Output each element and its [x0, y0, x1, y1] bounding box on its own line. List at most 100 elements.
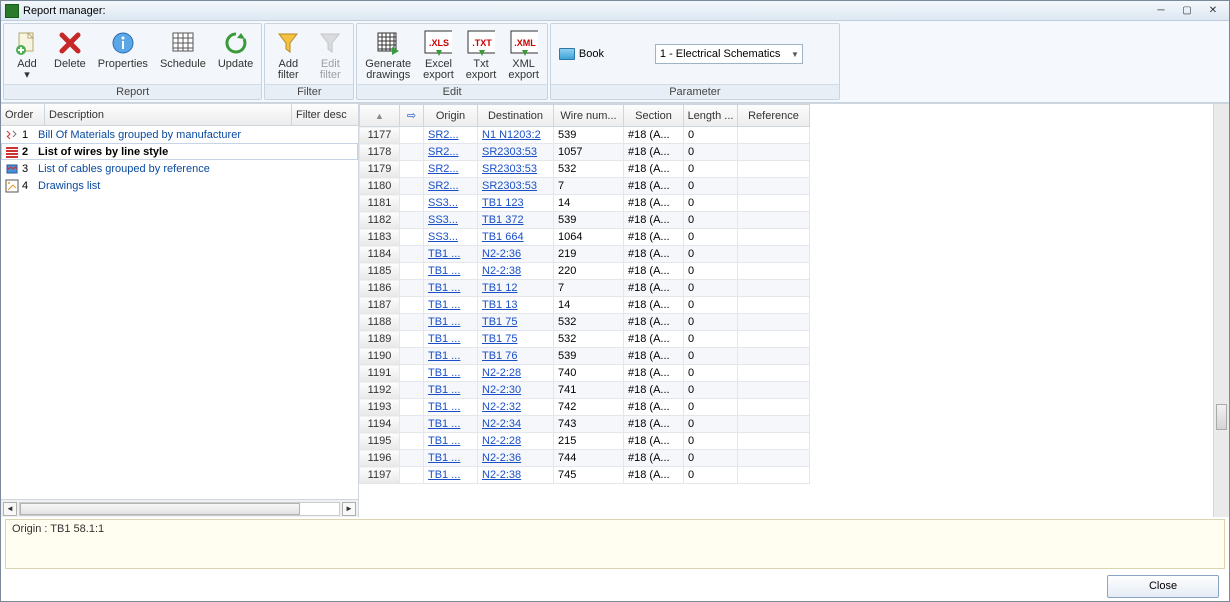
grid-vscrollbar[interactable]: [1213, 104, 1229, 517]
update-button[interactable]: Update: [212, 26, 259, 82]
cell-origin[interactable]: TB1 ...: [424, 365, 478, 382]
table-row[interactable]: 1185TB1 ...N2-2:38220#18 (A...0: [360, 263, 810, 280]
table-row[interactable]: 1189TB1 ...TB1 75532#18 (A...0: [360, 331, 810, 348]
table-row[interactable]: 1183SS3...TB1 6641064#18 (A...0: [360, 229, 810, 246]
scroll-right-icon[interactable]: ►: [342, 502, 356, 516]
edit-filter-button[interactable]: Edit filter: [309, 26, 351, 82]
txt-export-button[interactable]: .TXT Txt export: [460, 26, 503, 82]
table-row[interactable]: 1181SS3...TB1 12314#18 (A...0: [360, 195, 810, 212]
excel-export-button[interactable]: .XLS Excel export: [417, 26, 460, 82]
row-number[interactable]: 1195: [360, 433, 400, 450]
col-reference[interactable]: Reference: [738, 105, 810, 127]
cell-origin[interactable]: TB1 ...: [424, 348, 478, 365]
cell-origin[interactable]: TB1 ...: [424, 331, 478, 348]
report-list-item[interactable]: 2List of wires by line style: [1, 143, 358, 160]
cell-destination[interactable]: TB1 12: [478, 280, 554, 297]
row-number[interactable]: 1185: [360, 263, 400, 280]
cell-origin[interactable]: SR2...: [424, 144, 478, 161]
report-list-item[interactable]: 3List of cables grouped by reference: [1, 160, 358, 177]
cell-destination[interactable]: N2-2:36: [478, 450, 554, 467]
table-row[interactable]: 1179SR2...SR2303:53532#18 (A...0: [360, 161, 810, 178]
row-number[interactable]: 1177: [360, 127, 400, 144]
col-description[interactable]: Description: [45, 104, 292, 125]
cell-origin[interactable]: TB1 ...: [424, 433, 478, 450]
cell-origin[interactable]: TB1 ...: [424, 280, 478, 297]
row-header-blank[interactable]: ▲: [360, 105, 400, 127]
table-row[interactable]: 1195TB1 ...N2-2:28215#18 (A...0: [360, 433, 810, 450]
col-section[interactable]: Section: [624, 105, 684, 127]
cell-origin[interactable]: TB1 ...: [424, 263, 478, 280]
report-list-item[interactable]: 4Drawings list: [1, 177, 358, 194]
col-destination[interactable]: Destination: [478, 105, 554, 127]
maximize-button[interactable]: ▢: [1175, 4, 1199, 18]
cell-origin[interactable]: TB1 ...: [424, 382, 478, 399]
cell-origin[interactable]: SR2...: [424, 178, 478, 195]
row-number[interactable]: 1183: [360, 229, 400, 246]
cell-origin[interactable]: TB1 ...: [424, 297, 478, 314]
cell-origin[interactable]: SR2...: [424, 127, 478, 144]
col-filter[interactable]: Filter desc: [292, 104, 358, 125]
scroll-left-icon[interactable]: ◄: [3, 502, 17, 516]
minimize-button[interactable]: ─: [1149, 4, 1173, 18]
cell-origin[interactable]: TB1 ...: [424, 399, 478, 416]
cell-origin[interactable]: SR2...: [424, 161, 478, 178]
row-number[interactable]: 1196: [360, 450, 400, 467]
cell-destination[interactable]: N2-2:38: [478, 467, 554, 484]
cell-destination[interactable]: TB1 13: [478, 297, 554, 314]
row-number[interactable]: 1180: [360, 178, 400, 195]
generate-drawings-button[interactable]: Generate drawings: [359, 26, 417, 82]
table-row[interactable]: 1182SS3...TB1 372539#18 (A...0: [360, 212, 810, 229]
cell-destination[interactable]: N2-2:36: [478, 246, 554, 263]
cell-destination[interactable]: N2-2:32: [478, 399, 554, 416]
cell-destination[interactable]: TB1 75: [478, 314, 554, 331]
cell-origin[interactable]: TB1 ...: [424, 246, 478, 263]
row-number[interactable]: 1186: [360, 280, 400, 297]
cell-destination[interactable]: TB1 372: [478, 212, 554, 229]
cell-destination[interactable]: SR2303:53: [478, 161, 554, 178]
goto-header[interactable]: ⇨: [400, 105, 424, 127]
row-number[interactable]: 1189: [360, 331, 400, 348]
cell-destination[interactable]: N1 N1203:2: [478, 127, 554, 144]
cell-destination[interactable]: N2-2:28: [478, 433, 554, 450]
table-row[interactable]: 1193TB1 ...N2-2:32742#18 (A...0: [360, 399, 810, 416]
cell-destination[interactable]: SR2303:53: [478, 178, 554, 195]
cell-origin[interactable]: TB1 ...: [424, 416, 478, 433]
row-number[interactable]: 1193: [360, 399, 400, 416]
col-origin[interactable]: Origin: [424, 105, 478, 127]
cell-origin[interactable]: TB1 ...: [424, 467, 478, 484]
table-row[interactable]: 1187TB1 ...TB1 1314#18 (A...0: [360, 297, 810, 314]
cell-destination[interactable]: SR2303:53: [478, 144, 554, 161]
close-window-button[interactable]: ✕: [1201, 4, 1225, 18]
cell-origin[interactable]: SS3...: [424, 229, 478, 246]
cell-origin[interactable]: SS3...: [424, 195, 478, 212]
cell-destination[interactable]: TB1 123: [478, 195, 554, 212]
cell-destination[interactable]: N2-2:30: [478, 382, 554, 399]
table-row[interactable]: 1177SR2...N1 N1203:2539#18 (A...0: [360, 127, 810, 144]
col-length[interactable]: Length ...: [684, 105, 738, 127]
row-number[interactable]: 1192: [360, 382, 400, 399]
table-row[interactable]: 1194TB1 ...N2-2:34743#18 (A...0: [360, 416, 810, 433]
table-row[interactable]: 1186TB1 ...TB1 127#18 (A...0: [360, 280, 810, 297]
row-number[interactable]: 1179: [360, 161, 400, 178]
table-row[interactable]: 1197TB1 ...N2-2:38745#18 (A...0: [360, 467, 810, 484]
close-button[interactable]: Close: [1107, 575, 1219, 598]
row-number[interactable]: 1181: [360, 195, 400, 212]
xml-export-button[interactable]: .XML XML export: [502, 26, 545, 82]
row-number[interactable]: 1184: [360, 246, 400, 263]
cell-destination[interactable]: TB1 75: [478, 331, 554, 348]
table-row[interactable]: 1190TB1 ...TB1 76539#18 (A...0: [360, 348, 810, 365]
table-row[interactable]: 1196TB1 ...N2-2:36744#18 (A...0: [360, 450, 810, 467]
row-number[interactable]: 1194: [360, 416, 400, 433]
row-number[interactable]: 1190: [360, 348, 400, 365]
table-row[interactable]: 1192TB1 ...N2-2:30741#18 (A...0: [360, 382, 810, 399]
col-wirenum[interactable]: Wire num...: [554, 105, 624, 127]
cell-destination[interactable]: N2-2:34: [478, 416, 554, 433]
cell-destination[interactable]: N2-2:38: [478, 263, 554, 280]
table-row[interactable]: 1178SR2...SR2303:531057#18 (A...0: [360, 144, 810, 161]
cell-destination[interactable]: N2-2:28: [478, 365, 554, 382]
cell-origin[interactable]: SS3...: [424, 212, 478, 229]
row-number[interactable]: 1182: [360, 212, 400, 229]
table-row[interactable]: 1184TB1 ...N2-2:36219#18 (A...0: [360, 246, 810, 263]
properties-button[interactable]: Properties: [92, 26, 154, 82]
left-hscrollbar[interactable]: ◄ ►: [1, 499, 358, 517]
